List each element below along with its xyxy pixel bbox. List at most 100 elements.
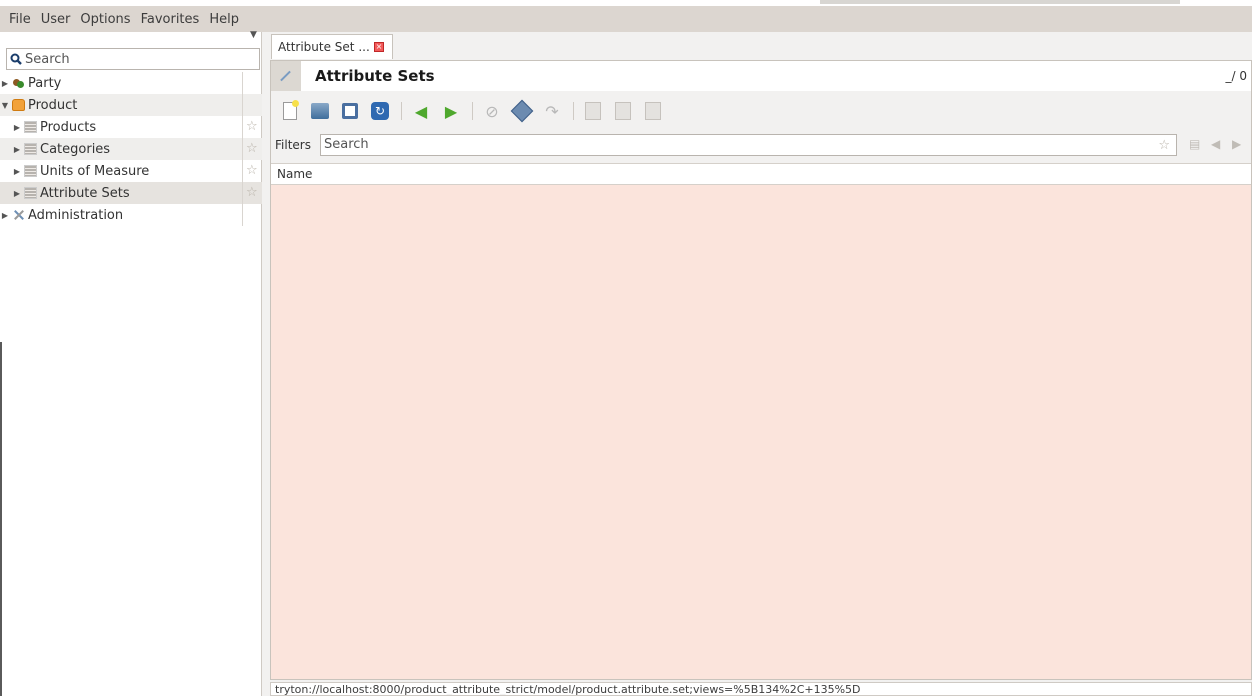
action-button[interactable] (510, 99, 534, 123)
status-bar: tryton://localhost:8000/product_attribut… (270, 682, 1252, 696)
sidebar-item-label: Attribute Sets (40, 185, 130, 201)
paperclip-icon: ⊘ (485, 101, 499, 121)
list-icon (24, 143, 37, 155)
filter-search-input[interactable]: Search ☆ (320, 134, 1177, 156)
email-icon (615, 102, 631, 120)
column-header-name[interactable]: Name (271, 163, 1251, 185)
reload-icon: ↻ (371, 102, 389, 120)
report-icon (585, 102, 601, 120)
save-button[interactable] (309, 100, 331, 122)
sidebar-search-input[interactable]: Search (6, 48, 260, 70)
relate-button[interactable]: ↷ (541, 100, 563, 122)
favorite-star-icon[interactable]: ☆ (246, 141, 258, 156)
menu-tree: ▶ Party ▼ Product ▶ Products ☆ ▶ Categor… (0, 72, 262, 226)
sidebar-left-edge (0, 342, 2, 696)
relate-icon: ↷ (545, 101, 559, 121)
sidebar-item-label: Categories (40, 141, 111, 157)
expander-right-icon[interactable]: ▶ (0, 79, 10, 88)
expander-right-icon[interactable]: ▶ (12, 167, 22, 176)
view-titlebar: Attribute Sets _/ 0 (271, 61, 1251, 91)
column-separator (242, 138, 243, 160)
product-icon (12, 99, 25, 111)
expander-right-icon[interactable]: ▶ (12, 189, 22, 198)
favorite-star-icon[interactable]: ☆ (246, 119, 258, 134)
bookmark-list-icon[interactable]: ▤ (1189, 137, 1200, 151)
tab-attribute-sets[interactable]: Attribute Set ... × (271, 34, 393, 59)
menu-user[interactable]: User (36, 12, 76, 27)
sidebar-item-product[interactable]: ▼ Product (0, 94, 262, 116)
column-separator (242, 94, 243, 116)
expander-right-icon[interactable]: ▶ (12, 145, 22, 154)
column-separator (242, 204, 243, 226)
list-icon (24, 187, 37, 199)
menu-favorites[interactable]: Favorites (136, 12, 205, 27)
column-separator (242, 182, 243, 204)
page-title: Attribute Sets (315, 67, 435, 85)
expander-right-icon[interactable]: ▶ (12, 123, 22, 132)
sidebar-item-products[interactable]: ▶ Products ☆ (0, 116, 262, 138)
sidebar-item-categories[interactable]: ▶ Categories ☆ (0, 138, 262, 160)
tab-label: Attribute Set ... (278, 40, 370, 54)
next-button[interactable]: ▶ (440, 100, 462, 122)
toolbar-separator (573, 102, 574, 120)
sidebar-item-party[interactable]: ▶ Party (0, 72, 262, 94)
print-icon (645, 102, 661, 120)
previous-button[interactable]: ◀ (410, 100, 432, 122)
party-icon (12, 77, 25, 89)
admin-icon (12, 209, 25, 221)
sidebar-item-administration[interactable]: ▶ Administration (0, 204, 262, 226)
menu-options[interactable]: Options (75, 12, 135, 27)
reload-button[interactable]: ↻ (369, 100, 391, 122)
column-separator (242, 116, 243, 138)
sidebar: ▼ Search ▶ Party ▼ Product ▶ Products ☆ (0, 30, 262, 696)
arrow-left-icon: ◀ (414, 101, 428, 121)
sidebar-item-label: Administration (28, 207, 124, 223)
column-separator (242, 160, 243, 182)
filter-bar: Filters Search ☆ ▤ ◀ ▶ (271, 133, 1251, 157)
toolbar: ↻ ◀ ▶ ⊘ ↷ (271, 95, 1251, 127)
new-icon (283, 100, 299, 120)
admin-tools-icon (271, 61, 301, 91)
email-button[interactable] (612, 100, 634, 122)
main-area: Attribute Set ... × Attribute Sets _/ 0 … (263, 32, 1252, 696)
sidebar-collapse-icon[interactable]: ▼ (250, 30, 257, 40)
menu-file[interactable]: File (4, 12, 36, 27)
sidebar-item-units-of-measure[interactable]: ▶ Units of Measure ☆ (0, 160, 262, 182)
filter-label: Filters (275, 138, 311, 152)
save-icon (311, 103, 329, 119)
toolbar-separator (401, 102, 402, 120)
filter-placeholder: Search (324, 137, 369, 152)
expander-down-icon[interactable]: ▼ (0, 101, 10, 110)
favorite-star-icon[interactable]: ☆ (246, 185, 258, 200)
expander-right-icon[interactable]: ▶ (0, 211, 10, 220)
bookmark-star-icon[interactable]: ☆ (1158, 136, 1170, 156)
favorite-star-icon[interactable]: ☆ (246, 163, 258, 178)
report-button[interactable] (582, 100, 604, 122)
menubar: File User Options Favorites Help (0, 6, 1252, 32)
arrow-right-icon: ▶ (444, 101, 458, 121)
close-icon[interactable]: × (374, 42, 384, 52)
column-separator (242, 72, 243, 94)
list-icon (24, 165, 37, 177)
sidebar-item-label: Products (40, 119, 97, 135)
switch-view-button[interactable] (339, 100, 361, 122)
search-icon (10, 53, 22, 65)
search-placeholder: Search (25, 51, 70, 67)
record-count: _/ 0 (1225, 69, 1248, 83)
toolbar-separator (472, 102, 473, 120)
records-grid[interactable]: Name (271, 163, 1251, 679)
filter-next-icon[interactable]: ▶ (1232, 137, 1241, 151)
filter-prev-icon[interactable]: ◀ (1211, 137, 1220, 151)
sidebar-item-label: Party (28, 75, 62, 91)
top-strip-clip (820, 0, 1180, 4)
sidebar-item-label: Units of Measure (40, 163, 150, 179)
list-icon (24, 121, 37, 133)
sidebar-item-attribute-sets[interactable]: ▶ Attribute Sets ☆ (0, 182, 262, 204)
action-icon (510, 99, 534, 123)
menu-help[interactable]: Help (204, 12, 244, 27)
form-panel: Attribute Sets _/ 0 ↻ ◀ ▶ ⊘ ↷ Filters Se… (270, 60, 1252, 680)
attachment-button[interactable]: ⊘ (481, 100, 503, 122)
print-button[interactable] (642, 100, 664, 122)
switch-icon (342, 103, 358, 119)
new-button[interactable] (279, 100, 301, 122)
